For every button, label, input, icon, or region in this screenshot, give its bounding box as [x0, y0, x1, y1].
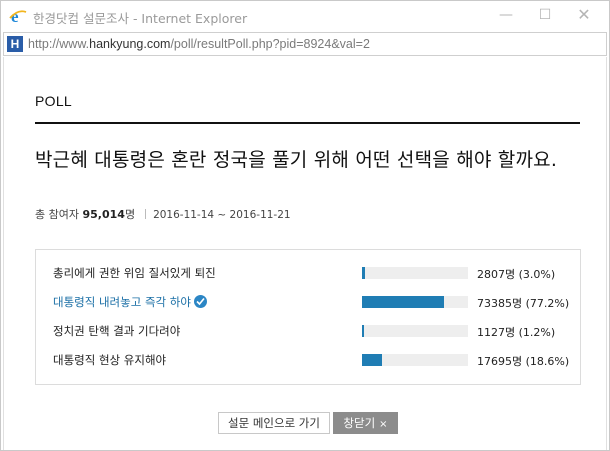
result-row-selected: 대통령직 내려놓고 즉각 하야 73385명 (77.2%): [36, 292, 580, 312]
poll-question: 박근혜 대통령은 혼란 정국을 풀기 위해 어떤 선택을 해야 할까요.: [35, 149, 558, 171]
poll-divider: [35, 122, 580, 124]
result-bar-fill: [362, 296, 444, 308]
close-window-button[interactable]: 창닫기 ×: [333, 412, 398, 434]
result-label: 정치권 탄핵 결과 기다려야: [53, 324, 181, 338]
result-row: 총리에게 권한 위임 질서있게 퇴진 2807명 (3.0%): [36, 263, 580, 283]
result-bar-fill: [362, 267, 366, 279]
result-value: 1127명 (1.2%): [477, 326, 556, 339]
result-value: 73385명 (77.2%): [477, 297, 570, 310]
participants-label: 총 참여자: [35, 208, 79, 221]
minimize-icon[interactable]: —: [492, 5, 520, 25]
result-bar-track: [362, 296, 468, 308]
poll-period: 2016-11-14 ~ 2016-11-21: [153, 209, 291, 221]
url-text[interactable]: http://www.hankyung.com/poll/resultPoll.…: [28, 37, 370, 51]
result-value: 2807명 (3.0%): [477, 268, 556, 281]
result-value: 17695명 (18.6%): [477, 355, 570, 368]
check-icon: [193, 295, 207, 308]
result-label-selected: 대통령직 내려놓고 즉각 하야: [53, 294, 207, 310]
maximize-icon[interactable]: ☐: [531, 5, 559, 25]
result-bar-fill: [362, 354, 382, 366]
result-row: 대통령직 현상 유지해야 17695명 (18.6%): [36, 350, 580, 370]
poll-results: 총리에게 권한 위임 질서있게 퇴진 2807명 (3.0%) 대통령직 내려놓…: [35, 249, 581, 385]
result-label: 총리에게 권한 위임 질서있게 퇴진: [53, 266, 216, 280]
result-bar-fill: [362, 325, 364, 337]
internet-explorer-icon: e: [9, 7, 27, 26]
poll-meta: 총 참여자 95,014명 2016-11-14 ~ 2016-11-21: [35, 206, 291, 222]
poll-section-label: POLL: [35, 93, 72, 109]
result-row: 정치권 탄핵 결과 기다려야 1127명 (1.2%): [36, 321, 580, 341]
result-bar-track: [362, 267, 468, 279]
result-label: 대통령직 현상 유지해야: [53, 353, 167, 367]
close-icon[interactable]: ✕: [570, 5, 598, 25]
poll-main-button[interactable]: 설문 메인으로 가기: [218, 412, 330, 434]
close-x-icon: ×: [379, 419, 388, 430]
result-bar-track: [362, 354, 468, 366]
window-title: 한경닷컴 설문조사 - Internet Explorer: [33, 11, 248, 26]
participants-unit: 명: [124, 208, 136, 221]
browser-window: e 한경닷컴 설문조사 - Internet Explorer — ☐ ✕ H …: [0, 0, 610, 451]
result-bar-track: [362, 325, 468, 337]
address-bar[interactable]: H http://www.hankyung.com/poll/resultPol…: [3, 32, 607, 56]
title-bar: e 한경닷컴 설문조사 - Internet Explorer — ☐ ✕: [1, 1, 609, 31]
meta-divider: [144, 209, 146, 219]
site-favicon-icon: H: [7, 36, 23, 52]
participants-count: 95,014: [82, 208, 125, 221]
